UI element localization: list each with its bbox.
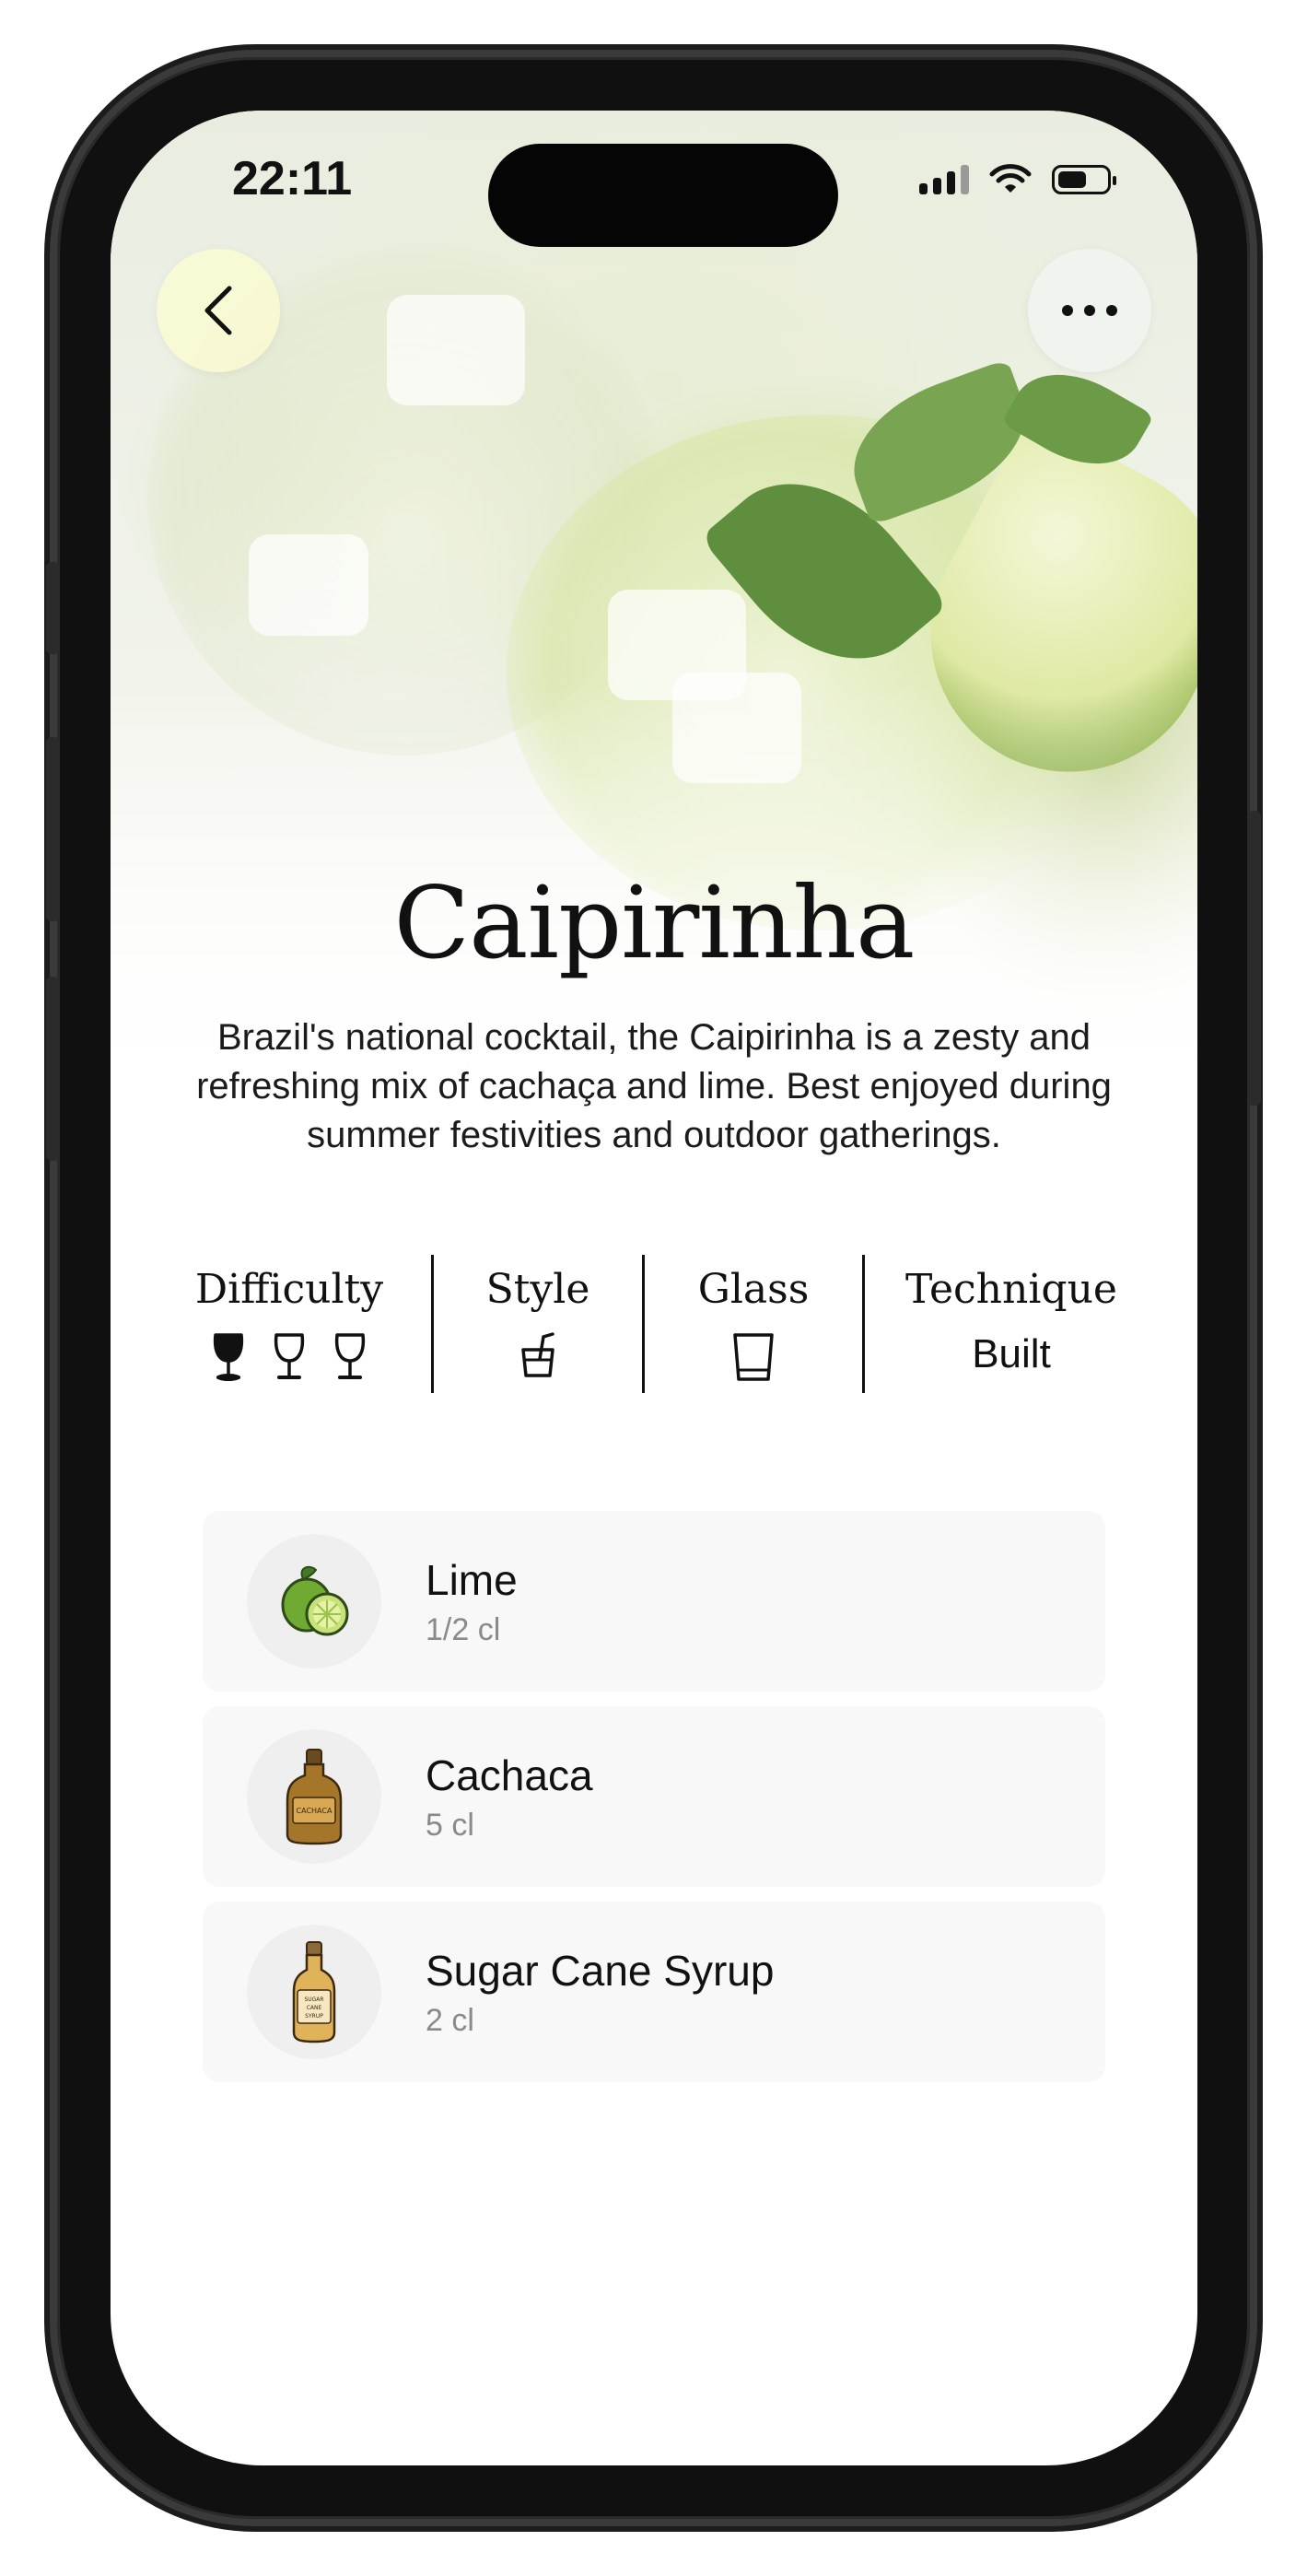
more-options-button[interactable] <box>1028 249 1151 372</box>
difficulty-rating <box>210 1331 368 1383</box>
lime-icon <box>270 1557 358 1645</box>
ingredient-thumbnail: SUGAR CANE SYRUP <box>247 1925 381 2059</box>
ingredient-row[interactable]: CACHACA Cachaca 5 cl <box>203 1706 1105 1887</box>
rocks-glass-icon <box>733 1333 774 1381</box>
svg-text:CACHACA: CACHACA <box>297 1807 333 1815</box>
action-button <box>46 562 59 654</box>
ingredient-text: Lime 1/2 cl <box>426 1555 518 1648</box>
ellipsis-icon <box>1062 305 1117 316</box>
style-label: Style <box>485 1266 590 1313</box>
glass-label: Glass <box>697 1266 810 1313</box>
battery-icon <box>1052 165 1116 194</box>
wine-glass-outline-icon <box>274 1333 305 1379</box>
chevron-left-icon <box>204 286 232 335</box>
difficulty-label: Difficulty <box>194 1266 384 1313</box>
recipe-description: Brazil's national cocktail, the Caipirin… <box>196 1017 1112 1155</box>
recipe-stats: Difficulty Style Glass Technique Built <box>147 1253 1161 1400</box>
stat-glass: Glass <box>645 1253 862 1400</box>
stat-technique: Technique Built <box>865 1253 1158 1400</box>
ice-cube <box>249 534 368 636</box>
stat-difficulty: Difficulty <box>147 1253 431 1400</box>
ingredient-thumbnail: CACHACA <box>247 1729 381 1864</box>
ingredient-amount: 2 cl <box>426 2002 474 2038</box>
syrup-bottle-icon: SUGAR CANE SYRUP <box>286 1938 342 2045</box>
screen: 22:11 Caipirinha Brazil's national cockt… <box>111 111 1197 2465</box>
status-time: 22:11 <box>232 152 353 205</box>
side-button <box>1248 811 1261 1106</box>
wine-glass-filled-icon <box>213 1333 244 1381</box>
wine-glass-outline-icon <box>334 1333 366 1379</box>
cachaca-bottle-icon: CACHACA <box>282 1746 346 1847</box>
ingredient-list: Lime 1/2 cl CACHACA Cachaca 5 cl SUGAR CANE SYR… <box>203 1511 1105 2097</box>
recipe-title: Caipirinha <box>393 866 916 981</box>
stat-style: Style <box>434 1253 642 1400</box>
cellular-signal-icon <box>919 165 969 194</box>
ingredient-name: Sugar Cane Syrup <box>426 1946 775 1995</box>
ingredient-row[interactable]: SUGAR CANE SYRUP Sugar Cane Syrup 2 cl <box>203 1902 1105 2082</box>
dynamic-island <box>488 144 838 247</box>
ingredient-amount: 5 cl <box>426 1807 474 1843</box>
ingredient-amount: 1/2 cl <box>426 1611 501 1647</box>
technique-label: Technique <box>905 1266 1117 1313</box>
svg-text:SUGAR: SUGAR <box>304 1996 323 2003</box>
technique-value: Built <box>972 1331 1051 1376</box>
ice-cube <box>387 295 525 405</box>
wifi-icon <box>989 164 1032 193</box>
tumbler-straw-icon <box>521 1332 554 1377</box>
ingredient-name: Lime <box>426 1555 518 1604</box>
volume-up-button <box>46 737 59 921</box>
svg-text:CANE: CANE <box>307 2005 322 2011</box>
volume-down-button <box>46 977 59 1161</box>
ingredient-text: Cachaca 5 cl <box>426 1751 593 1844</box>
ingredient-text: Sugar Cane Syrup 2 cl <box>426 1946 774 2039</box>
ingredient-row[interactable]: Lime 1/2 cl <box>203 1511 1105 1692</box>
svg-text:SYRUP: SYRUP <box>305 2013 323 2020</box>
back-button[interactable] <box>157 249 280 372</box>
status-icons <box>919 164 1116 195</box>
ingredient-name: Cachaca <box>426 1751 593 1799</box>
ingredient-thumbnail <box>247 1534 381 1669</box>
